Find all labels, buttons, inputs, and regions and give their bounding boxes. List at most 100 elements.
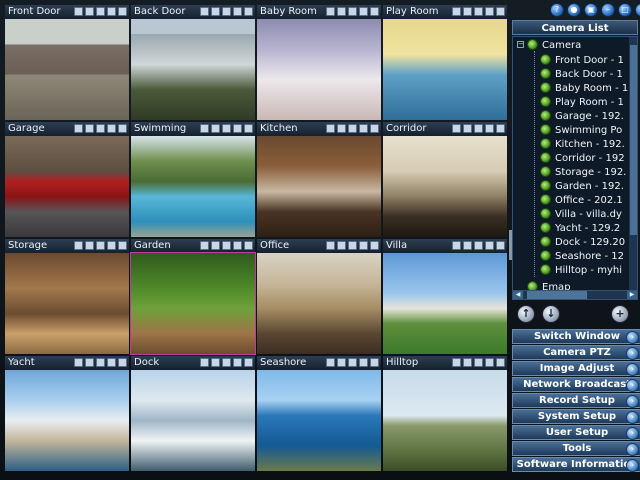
camera-tree[interactable]: − Camera Front Door - 1 Back Door - 1 Baby… [512, 36, 638, 291]
audio-icon[interactable] [107, 358, 116, 367]
tree-item-camera[interactable]: Dock - 129.20 [540, 235, 625, 250]
camera-video-feed[interactable] [383, 370, 507, 471]
tree-item-camera[interactable]: Office - 202.1 [540, 193, 623, 208]
fullscreen-icon[interactable] [244, 241, 253, 250]
record-icon[interactable] [96, 358, 105, 367]
record-icon[interactable] [348, 124, 357, 133]
tree-item-camera[interactable]: Hilltop - myhi [540, 263, 622, 278]
snapshot-icon[interactable] [452, 7, 461, 16]
audio-icon[interactable] [485, 124, 494, 133]
fullscreen-icon[interactable] [370, 124, 379, 133]
layout-icon[interactable]: ▣ [584, 3, 598, 17]
camera-video-feed[interactable] [131, 370, 255, 471]
scroll-left-icon[interactable]: ◀ [513, 291, 523, 299]
camera-video-feed[interactable] [5, 253, 129, 354]
audio-icon[interactable] [359, 358, 368, 367]
camera-tile[interactable]: Back Door [131, 5, 255, 120]
ptz-icon[interactable] [211, 7, 220, 16]
menu-button[interactable]: Image Adjust › [512, 361, 640, 376]
fullscreen-icon[interactable] [244, 7, 253, 16]
snapshot-icon[interactable] [200, 124, 209, 133]
record-icon[interactable] [348, 358, 357, 367]
menu-button[interactable]: Switch Window › [512, 329, 640, 344]
record-icon[interactable] [96, 7, 105, 16]
camera-video-feed[interactable] [383, 253, 507, 354]
snapshot-icon[interactable] [452, 124, 461, 133]
ptz-icon[interactable] [463, 241, 472, 250]
menu-button[interactable]: User Setup › [512, 425, 640, 440]
tree-item-camera[interactable]: Corridor - 192 [540, 151, 625, 166]
audio-icon[interactable] [485, 7, 494, 16]
ptz-icon[interactable] [337, 124, 346, 133]
ptz-icon[interactable] [337, 241, 346, 250]
ptz-icon[interactable] [337, 7, 346, 16]
tree-vertical-scrollbar[interactable] [629, 37, 637, 290]
record-icon[interactable] [96, 124, 105, 133]
ptz-icon[interactable] [211, 358, 220, 367]
snapshot-icon[interactable] [200, 241, 209, 250]
camera-tile[interactable]: Office [257, 239, 381, 354]
snapshot-icon[interactable] [74, 358, 83, 367]
record-icon[interactable] [222, 124, 231, 133]
tree-item-camera[interactable]: Back Door - 1 [540, 67, 623, 82]
snapshot-icon[interactable] [326, 7, 335, 16]
fullscreen-icon[interactable] [118, 358, 127, 367]
record-icon[interactable] [222, 241, 231, 250]
tree-horizontal-scrollbar[interactable]: ◀ ▶ [512, 290, 638, 300]
menu-button[interactable]: Record Setup › [512, 393, 640, 408]
camera-tile[interactable]: Play Room [383, 5, 507, 120]
record-icon[interactable] [348, 7, 357, 16]
fullscreen-icon[interactable] [496, 358, 505, 367]
snapshot-icon[interactable] [326, 124, 335, 133]
menu-button[interactable]: Network Broadcast › [512, 377, 640, 392]
snapshot-icon[interactable] [200, 7, 209, 16]
camera-tile[interactable]: Kitchen [257, 122, 381, 237]
camera-tile[interactable]: Front Door [5, 5, 129, 120]
camera-tile[interactable]: Baby Room [257, 5, 381, 120]
fullscreen-icon[interactable] [118, 124, 127, 133]
fullscreen-icon[interactable] [496, 7, 505, 16]
camera-tile[interactable]: Garage [5, 122, 129, 237]
fullscreen-icon[interactable] [370, 241, 379, 250]
tree-item-camera[interactable]: Yacht - 129.2 [540, 221, 620, 236]
camera-video-feed[interactable] [257, 253, 381, 354]
snapshot-icon[interactable] [74, 241, 83, 250]
ptz-icon[interactable] [85, 124, 94, 133]
help-icon[interactable]: ? [550, 3, 564, 17]
camera-video-feed[interactable] [5, 370, 129, 471]
ptz-icon[interactable] [463, 358, 472, 367]
tree-collapse-icon[interactable]: − [517, 41, 524, 48]
scroll-right-icon[interactable]: ▶ [627, 291, 637, 299]
camera-tile[interactable]: Yacht [5, 356, 129, 471]
menu-button[interactable]: Tools › [512, 441, 640, 456]
camera-tile[interactable]: Corridor [383, 122, 507, 237]
ptz-icon[interactable] [85, 358, 94, 367]
audio-icon[interactable] [359, 7, 368, 16]
fullscreen-icon[interactable] [496, 124, 505, 133]
camera-video-feed[interactable] [257, 370, 381, 471]
camera-video-feed[interactable] [130, 252, 256, 355]
fullscreen-icon[interactable] [118, 241, 127, 250]
camera-video-feed[interactable] [5, 136, 129, 237]
tree-item-camera[interactable]: Garden - 192. [540, 179, 624, 194]
snapshot-icon[interactable] [326, 241, 335, 250]
snapshot-icon[interactable] [452, 358, 461, 367]
camera-tile[interactable]: Swimming [131, 122, 255, 237]
ptz-icon[interactable] [463, 124, 472, 133]
move-up-button[interactable]: ↑ [517, 305, 535, 323]
record-icon[interactable] [348, 241, 357, 250]
tree-item-camera[interactable]: Baby Room - 1 [540, 81, 628, 96]
record-icon[interactable] [474, 7, 483, 16]
audio-icon[interactable] [233, 124, 242, 133]
move-down-button[interactable]: ↓ [542, 305, 560, 323]
snapshot-icon[interactable] [452, 241, 461, 250]
tree-item-camera[interactable]: Front Door - 1 [540, 53, 624, 68]
record-icon[interactable] [474, 124, 483, 133]
audio-icon[interactable] [233, 241, 242, 250]
camera-tile[interactable]: Hilltop [383, 356, 507, 471]
record-icon[interactable] [222, 358, 231, 367]
fullscreen-icon[interactable] [118, 7, 127, 16]
scrollbar-thumb[interactable] [527, 291, 587, 299]
maximize-icon[interactable]: □ [618, 3, 632, 17]
audio-icon[interactable] [359, 241, 368, 250]
